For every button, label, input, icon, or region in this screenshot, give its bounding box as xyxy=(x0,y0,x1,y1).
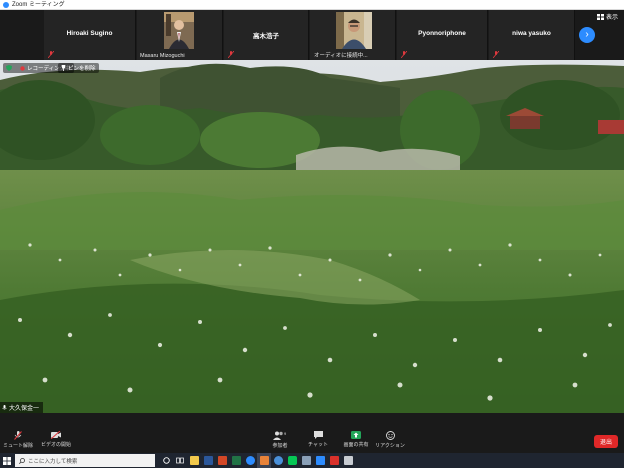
start-video-label: ビデオの開始 xyxy=(40,442,71,448)
mic-muted-icon xyxy=(14,431,22,440)
participant-name: Pyonnoriphone xyxy=(418,30,466,37)
participant-tile[interactable]: オーディオに接続中... xyxy=(310,10,396,60)
cortana-icon[interactable] xyxy=(159,453,173,468)
window-title: Zoom ミーティング xyxy=(12,1,65,8)
windows-logo-icon xyxy=(3,456,11,465)
windows-start-button[interactable] xyxy=(0,453,14,468)
participant-video xyxy=(164,12,194,49)
unmute-label: ミュート解除 xyxy=(2,443,33,449)
mic-icon xyxy=(2,404,7,410)
powerpoint-icon[interactable] xyxy=(215,453,229,468)
grid-icon xyxy=(596,13,604,20)
word-icon[interactable] xyxy=(201,453,215,468)
mic-muted-icon xyxy=(48,51,54,58)
excel-icon[interactable] xyxy=(229,453,243,468)
chat-button[interactable]: チャット xyxy=(300,417,336,448)
reaction-button[interactable]: リアクション xyxy=(372,417,408,449)
participant-tile[interactable]: 高木浩子 xyxy=(224,10,309,60)
reaction-label: リアクション xyxy=(375,443,405,449)
unpin-label: ピンを削除 xyxy=(68,66,96,72)
chat-icon xyxy=(313,431,323,439)
task-view-icon[interactable] xyxy=(173,453,187,468)
line-icon[interactable] xyxy=(285,453,299,468)
chat-label: チャット xyxy=(308,442,328,448)
zoom-app-taskbar-icon[interactable] xyxy=(313,453,327,468)
mic-muted-icon xyxy=(401,51,407,58)
title-bar: Zoom ミーティング xyxy=(0,0,624,10)
chevron-right-icon[interactable]: › xyxy=(579,27,595,43)
file-explorer-icon[interactable] xyxy=(187,453,201,468)
participant-count: 9 xyxy=(284,431,287,436)
participants-label: 参加者 xyxy=(272,443,288,449)
zoom-taskbar-icon[interactable] xyxy=(257,453,271,468)
record-icon xyxy=(20,65,25,71)
participant-name: Masaru Mizoguchi xyxy=(140,53,185,59)
participant-name: オーディオに接続中... xyxy=(314,53,368,59)
participant-strip: Hiroaki Sugino Masaru Mizoguchi 高木浩子 オーデ… xyxy=(0,10,624,60)
acrobat-icon[interactable] xyxy=(327,453,341,468)
video-off-icon xyxy=(51,431,61,439)
participants-icon: 9 xyxy=(273,431,287,440)
view-button[interactable]: 表示 xyxy=(596,12,618,21)
participants-button[interactable]: 9 参加者 xyxy=(262,417,298,449)
shield-icon xyxy=(6,65,12,71)
mic-muted-icon xyxy=(228,51,234,58)
participant-tile[interactable]: Hiroaki Sugino xyxy=(44,10,136,60)
zoom-app-icon xyxy=(3,1,9,8)
speaker-name: 大久保金一 xyxy=(9,406,40,412)
mail-icon[interactable] xyxy=(341,453,355,468)
browser-icon[interactable] xyxy=(271,453,285,468)
meeting-controls: ミュート解除 ビデオの開始 9 参加者 チャット 画面の共有 リアクション 退出 xyxy=(0,413,624,453)
speaker-name-label: 大久保金一 xyxy=(0,402,44,413)
participant-name: niwa yasuko xyxy=(512,30,551,37)
share-screen-button[interactable]: 画面の共有 xyxy=(338,417,374,448)
pin-icon xyxy=(61,65,66,71)
reaction-icon xyxy=(385,431,395,440)
windows-taskbar: ここに入力して検索 xyxy=(0,453,624,468)
participant-name: Hiroaki Sugino xyxy=(66,30,113,37)
participant-name: 高木浩子 xyxy=(253,33,279,40)
participant-tile[interactable]: Masaru Mizoguchi xyxy=(137,10,223,60)
settings-icon[interactable] xyxy=(299,453,313,468)
participant-video xyxy=(336,12,372,49)
zoom-window: Zoom ミーティング Hiroaki Sugino Masaru Mizogu… xyxy=(0,0,624,468)
share-screen-label: 画面の共有 xyxy=(343,442,369,448)
active-speaker-video: レコーディング中 ピンを削除 大久保金一 xyxy=(0,60,624,413)
view-label: 表示 xyxy=(605,15,618,21)
meadow-scene xyxy=(0,60,624,413)
edge-icon[interactable] xyxy=(243,453,257,468)
search-icon xyxy=(19,457,25,464)
start-video-button[interactable]: ビデオの開始 xyxy=(38,417,74,448)
leave-button[interactable]: 退出 xyxy=(593,435,618,448)
participant-tile[interactable]: Pyonnoriphone xyxy=(397,10,488,60)
unpin-button[interactable]: ピンを削除 xyxy=(58,63,99,73)
unmute-button[interactable]: ミュート解除 xyxy=(0,417,36,449)
mic-muted-icon xyxy=(493,51,499,58)
share-screen-icon xyxy=(351,431,361,439)
search-placeholder: ここに入力して検索 xyxy=(28,458,78,465)
taskbar-search-box[interactable]: ここに入力して検索 xyxy=(15,454,155,467)
participant-tile[interactable]: niwa yasuko xyxy=(489,10,575,60)
